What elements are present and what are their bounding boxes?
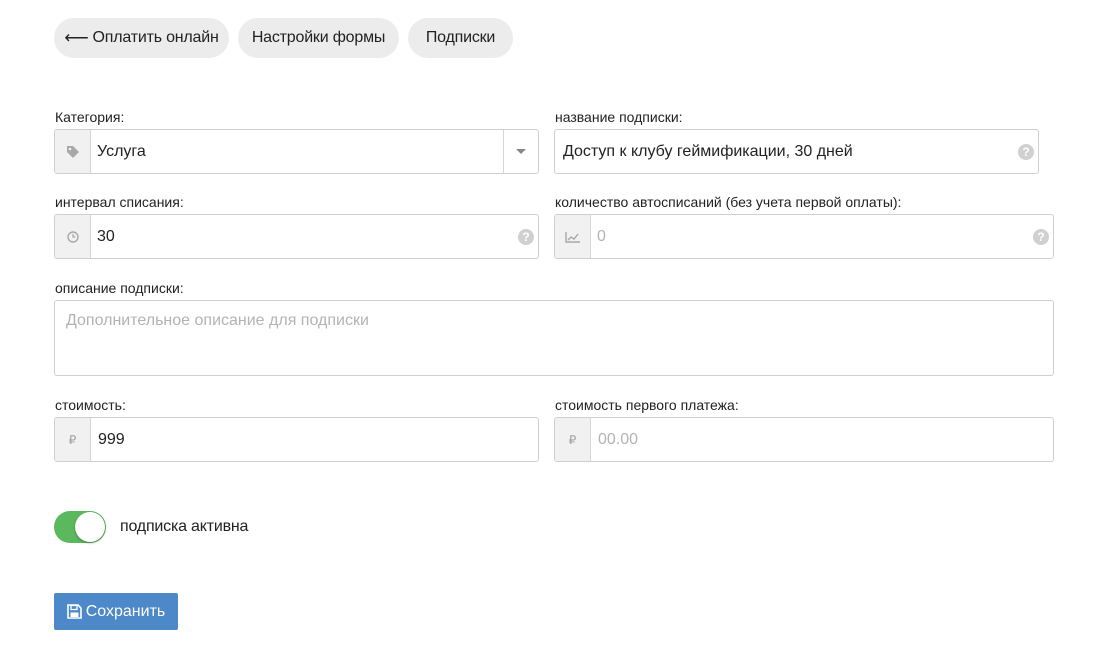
interval-value: 30 <box>97 227 115 245</box>
interval-label: интервал списания: <box>55 194 184 210</box>
chevron-down-icon[interactable] <box>503 130 538 173</box>
help-icon[interactable]: ? <box>1018 143 1034 160</box>
price-label: стоимость: <box>55 397 126 413</box>
price-input[interactable]: ₽ 999 <box>54 417 539 462</box>
tab-form-settings-label: Настройки формы <box>251 29 386 46</box>
category-label: Категория: <box>55 109 125 125</box>
first-payment-input[interactable]: ₽ 00.00 <box>554 417 1054 462</box>
category-select[interactable]: Услуга <box>54 129 539 174</box>
tab-subscriptions-label: Подписки <box>425 29 496 46</box>
description-textarea[interactable]: Дополнительное описание для подписки <box>54 300 1054 376</box>
clock-icon <box>55 215 91 258</box>
price-value: 999 <box>98 430 125 448</box>
tab-form-settings[interactable]: Настройки формы <box>238 18 399 58</box>
save-button-label: Сохранить <box>85 602 166 620</box>
subscription-name-label: название подписки: <box>555 109 683 125</box>
description-label: описание подписки: <box>55 280 184 296</box>
ruble-icon: ₽ <box>555 418 591 461</box>
autocharges-label: количество автосписаний (без учета перво… <box>555 194 902 210</box>
subscription-name-input[interactable]: Доступ к клубу геймификации, 30 дней ? <box>554 129 1039 174</box>
description-placeholder: Дополнительное описание для подписки <box>66 312 369 329</box>
tag-icon <box>55 130 91 173</box>
floppy-disk-icon <box>66 604 82 619</box>
arrow-left-icon: ⟵ <box>64 28 89 47</box>
help-icon[interactable]: ? <box>1033 228 1049 245</box>
save-button[interactable]: Сохранить <box>54 593 178 630</box>
subscription-active-toggle[interactable] <box>54 511 106 543</box>
autocharges-input[interactable]: 0 ? <box>554 214 1054 259</box>
chart-icon <box>555 215 591 258</box>
tab-pay-online[interactable]: ⟵ Оплатить онлайн <box>54 18 229 58</box>
subscription-name-value: Доступ к клубу геймификации, 30 дней <box>563 142 853 160</box>
first-payment-label: стоимость первого платежа: <box>555 397 739 413</box>
subscription-active-label: подписка активна <box>120 518 249 535</box>
tab-pay-online-label: Оплатить онлайн <box>92 29 219 46</box>
first-payment-placeholder: 00.00 <box>598 430 639 448</box>
interval-input[interactable]: 30 ? <box>54 214 539 259</box>
help-icon[interactable]: ? <box>518 228 534 245</box>
autocharges-placeholder: 0 <box>597 227 606 245</box>
ruble-icon: ₽ <box>55 418 91 461</box>
toggle-knob <box>75 512 105 542</box>
category-value: Услуга <box>97 142 146 160</box>
tab-subscriptions[interactable]: Подписки <box>408 18 513 58</box>
